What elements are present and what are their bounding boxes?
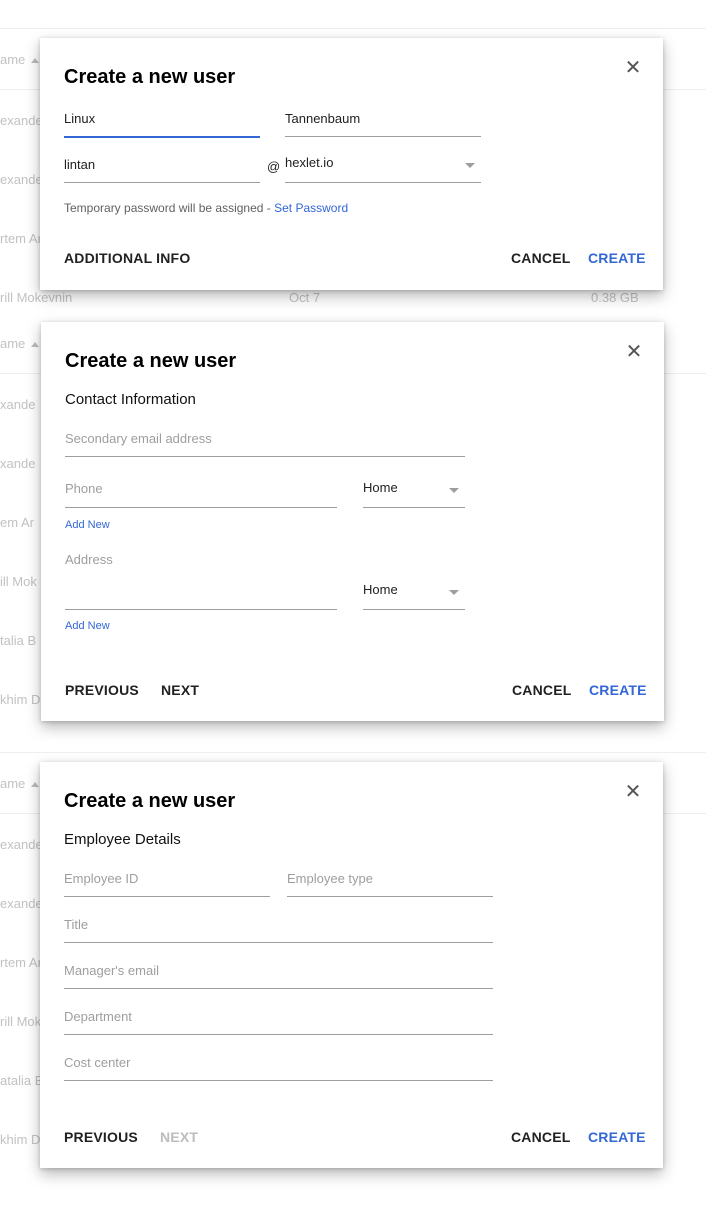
first-name-field[interactable] [64,104,260,138]
create-user-dialog-basic: Create a new user ✕ @ hexlet.io Temporar… [40,38,663,290]
table-row[interactable]: xande [0,456,35,471]
password-hint: Temporary password will be assigned - Se… [64,201,349,215]
last-name-input[interactable] [285,106,481,130]
column-header-name[interactable]: ame [0,52,40,67]
dialog-title: Create a new user [64,790,236,812]
section-title: Contact Information [65,391,196,408]
manager-email-input[interactable] [64,958,493,982]
employee-id-input[interactable] [64,866,270,890]
create-user-dialog-contact: Create a new user ✕ Contact Information … [41,322,664,721]
close-icon[interactable]: ✕ [624,342,644,362]
table-row[interactable]: khim D [0,1132,40,1147]
create-user-dialog-employee: Create a new user ✕ Employee Details PRE… [40,762,663,1168]
cancel-button[interactable]: CANCEL [511,250,571,266]
dialog-title: Create a new user [65,350,237,372]
table-row[interactable]: exande [0,113,43,128]
create-button[interactable]: CREATE [589,682,647,698]
close-icon[interactable]: ✕ [623,58,643,78]
secondary-email-field[interactable] [65,424,465,457]
table-row[interactable]: rill Mok [0,1014,41,1029]
table-row[interactable]: rtem Ar [0,231,42,246]
set-password-link[interactable]: Set Password [274,201,348,215]
table-row[interactable]: exande [0,837,43,852]
phone-field[interactable] [65,474,337,508]
additional-info-button[interactable]: ADDITIONAL INFO [64,250,190,266]
at-sign: @ [267,159,281,174]
username-field[interactable] [64,150,260,183]
employee-type-field[interactable] [287,864,493,897]
title-field[interactable] [64,910,493,943]
table-row[interactable]: ill Mok [0,574,37,589]
section-title: Employee Details [64,831,181,848]
address-type-value: Home [363,582,398,597]
department-field[interactable] [64,1002,493,1035]
phone-type-select[interactable]: Home [363,473,465,508]
cancel-button[interactable]: CANCEL [512,682,572,698]
domain-select[interactable]: hexlet.io [285,148,481,183]
create-button[interactable]: CREATE [588,1129,646,1145]
first-name-input[interactable] [64,106,260,130]
manager-email-field[interactable] [64,956,493,989]
close-icon[interactable]: ✕ [623,782,643,802]
previous-button[interactable]: PREVIOUS [64,1129,138,1145]
table-row[interactable]: atalia B [0,1073,43,1088]
title-input[interactable] [64,912,493,936]
sort-arrow-icon [31,342,40,348]
department-input[interactable] [64,1004,493,1028]
table-cell-size: 0.38 GB [591,290,639,305]
chevron-down-icon [465,163,475,168]
cancel-button[interactable]: CANCEL [511,1129,571,1145]
cost-center-field[interactable] [64,1048,493,1081]
next-button-disabled[interactable]: NEXT [160,1129,198,1145]
username-input[interactable] [64,152,260,176]
chevron-down-icon [449,488,459,493]
employee-id-field[interactable] [64,864,270,897]
divider [0,28,706,29]
add-new-address-link[interactable]: Add New [65,620,110,632]
address-type-select[interactable]: Home [363,575,465,610]
address-input[interactable] [65,547,337,571]
chevron-down-icon [449,590,459,595]
add-new-phone-link[interactable]: Add New [65,519,110,531]
sort-arrow-icon [31,58,40,64]
table-row[interactable]: exande [0,172,43,187]
divider [0,752,706,753]
employee-type-input[interactable] [287,866,493,890]
column-header-name[interactable]: ame [0,776,40,791]
table-row[interactable]: rtem Ar [0,955,42,970]
secondary-email-input[interactable] [65,426,465,450]
dialog-title: Create a new user [64,66,236,88]
next-button[interactable]: NEXT [161,682,199,698]
table-row[interactable]: rill Mokevnin [0,290,72,305]
phone-input[interactable] [65,476,337,500]
previous-button[interactable]: PREVIOUS [65,682,139,698]
create-button[interactable]: CREATE [588,250,646,266]
cost-center-input[interactable] [64,1050,493,1074]
sort-arrow-icon [31,782,40,788]
address-field[interactable] [65,545,337,610]
last-name-field[interactable] [285,104,481,137]
table-row[interactable]: xande [0,397,35,412]
table-cell-date: Oct 7 [289,290,321,305]
column-header-name[interactable]: ame [0,336,40,351]
domain-value: hexlet.io [285,155,334,170]
table-row[interactable]: talia B [0,633,36,648]
table-row[interactable]: exande [0,896,43,911]
table-row[interactable]: em Ar [0,515,34,530]
phone-type-value: Home [363,480,398,495]
table-row[interactable]: khim D [0,692,40,707]
